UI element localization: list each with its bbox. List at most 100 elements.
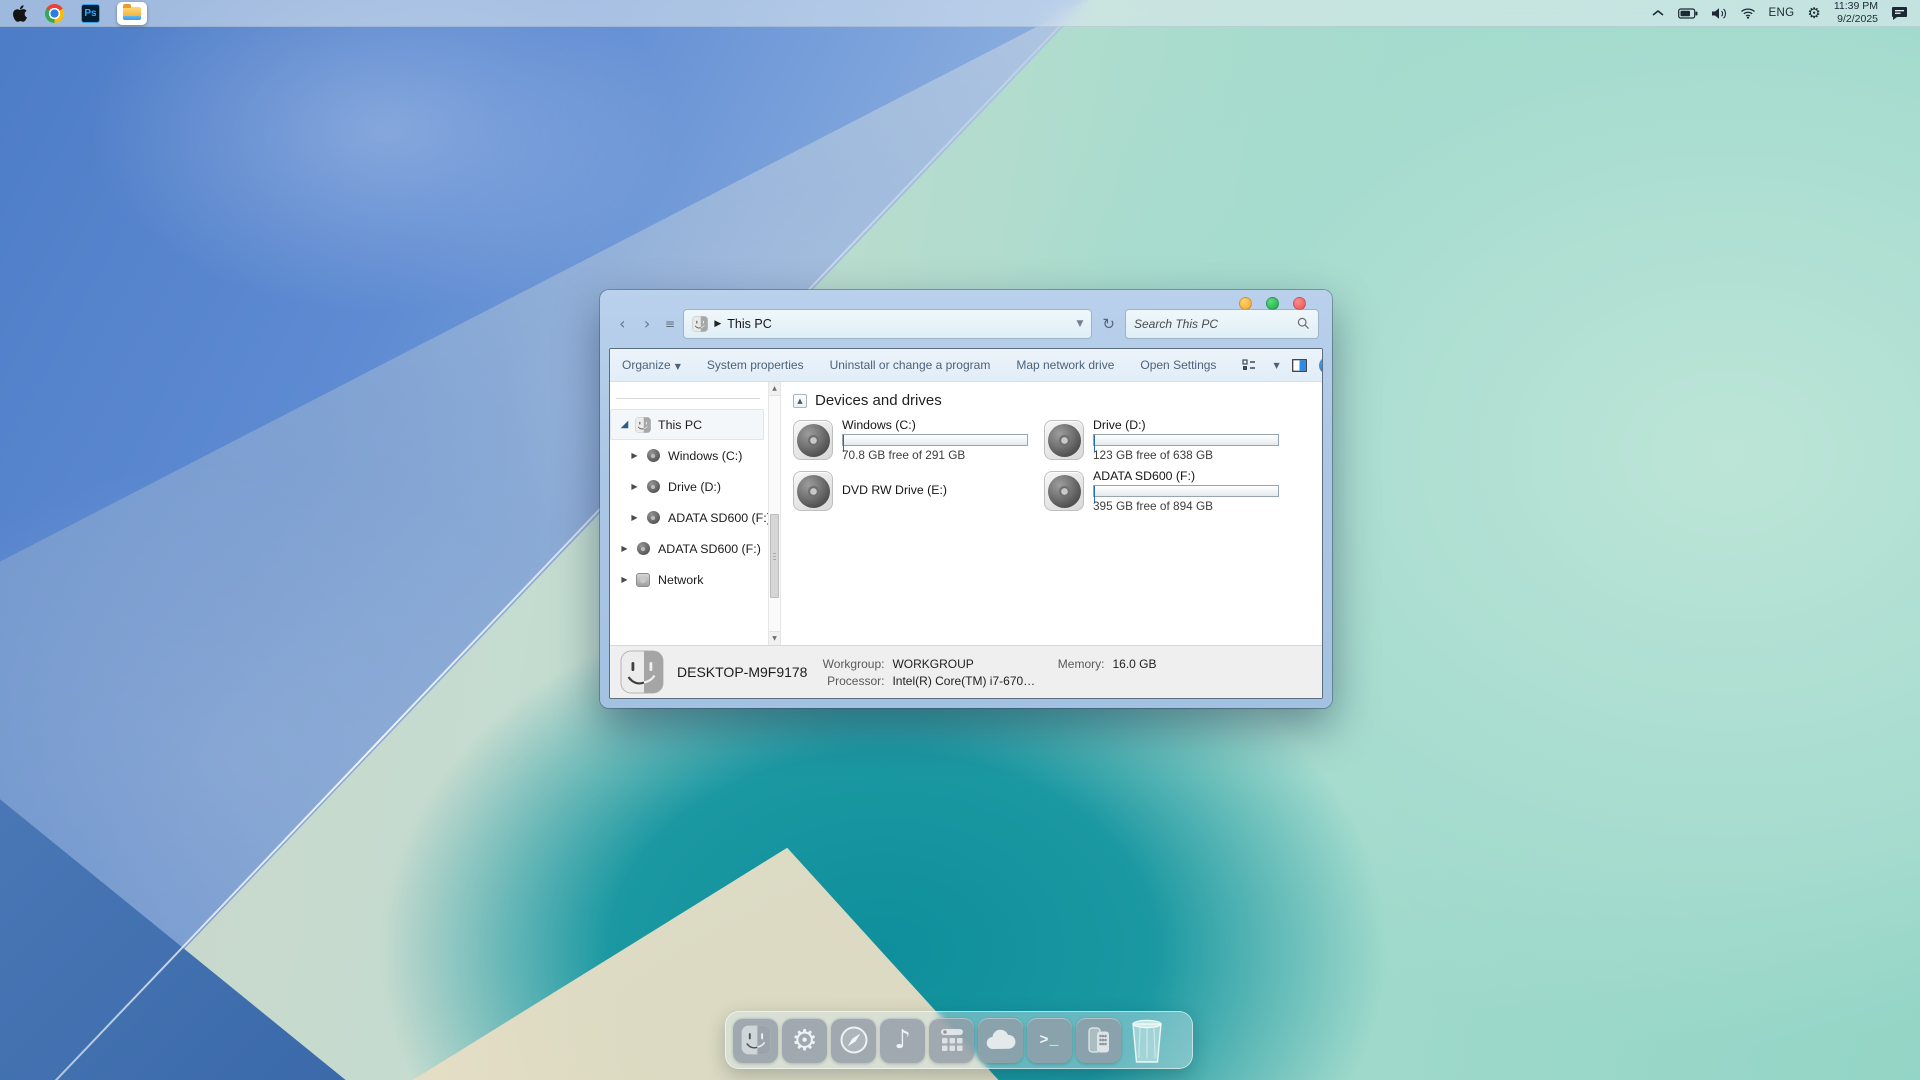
system-properties-button[interactable]: System properties	[707, 358, 804, 372]
network-icon	[635, 572, 651, 588]
window-titlebar[interactable]	[600, 290, 1332, 308]
drives-grid: Windows (C:) 70.8 GB free of 291 GB Driv…	[793, 417, 1322, 514]
help-button[interactable]: ?	[1319, 357, 1323, 374]
file-list-area: ▲ Devices and drives Windows (C:) 70.8 G…	[781, 382, 1322, 645]
sidebar-item-windows-c[interactable]: ▶ Windows (C:)	[610, 440, 764, 471]
toolbar-right-icons: ▼ ?	[1242, 357, 1323, 374]
collapse-group-button[interactable]: ▲	[793, 394, 807, 408]
refresh-icon[interactable]: ↻	[1098, 315, 1119, 333]
expanded-twisty-icon[interactable]: ◢	[618, 419, 631, 430]
change-view-icon[interactable]	[1242, 359, 1257, 371]
dock-finder-icon[interactable]	[733, 1018, 778, 1063]
photoshop-app-icon[interactable]: Ps	[81, 1, 100, 25]
processor-value: Intel(R) Core(TM) i7-670…	[892, 674, 1182, 688]
close-button[interactable]	[1293, 297, 1306, 310]
folder-icon	[123, 7, 141, 20]
address-bar[interactable]: ▶ This PC ▼	[683, 309, 1092, 339]
drive-item-windows-c[interactable]: Windows (C:) 70.8 GB free of 291 GB	[793, 417, 1044, 463]
uninstall-program-button[interactable]: Uninstall or change a program	[830, 358, 991, 372]
system-info: Workgroup: WORKGROUP Memory: 16.0 GB Pro…	[820, 657, 1182, 688]
collapsed-twisty-icon[interactable]: ▶	[628, 451, 641, 460]
collapsed-twisty-icon[interactable]: ▶	[618, 544, 631, 553]
dock-cloud-icon[interactable]	[978, 1018, 1023, 1063]
sidebar-scrollbar[interactable]: ▲ ▼	[768, 382, 781, 645]
sidebar-item-drive-d[interactable]: ▶ Drive (D:)	[610, 471, 764, 502]
navigation-pane: ◢ This PC ▶ Windows (C:) ▶ Drive (D:)	[610, 382, 768, 645]
group-header: ▲ Devices and drives	[793, 392, 1322, 409]
drive-item-adata-f[interactable]: ADATA SD600 (F:) 395 GB free of 894 GB	[1044, 468, 1295, 514]
chrome-icon	[45, 4, 64, 23]
drive-icon	[645, 479, 661, 495]
organize-button[interactable]: Organize▼	[622, 358, 681, 372]
volume-icon[interactable]	[1711, 7, 1727, 20]
this-pc-icon	[692, 316, 708, 332]
command-bar: Organize▼ System properties Uninstall or…	[610, 349, 1322, 382]
dock-settings-icon[interactable]: ⚙	[782, 1018, 827, 1063]
preview-pane-icon[interactable]	[1292, 359, 1307, 372]
sidebar-item-adata-f-root[interactable]: ▶ ADATA SD600 (F:)	[610, 533, 764, 564]
apple-menu-icon[interactable]	[12, 1, 28, 25]
settings-gear-icon[interactable]: ⚙	[1807, 6, 1820, 21]
apple-logo-icon	[12, 4, 28, 23]
maximize-button[interactable]	[1266, 297, 1279, 310]
search-box[interactable]	[1125, 309, 1319, 339]
sidebar-item-this-pc[interactable]: ◢ This PC	[610, 409, 764, 440]
battery-icon[interactable]	[1678, 8, 1698, 19]
search-input[interactable]	[1134, 317, 1291, 331]
drive-item-dvd-e[interactable]: DVD RW Drive (E:)	[793, 468, 1044, 514]
breadcrumb-arrow-icon: ▶	[714, 319, 721, 329]
map-network-drive-button[interactable]: Map network drive	[1016, 358, 1114, 372]
workgroup-value: WORKGROUP	[892, 657, 1042, 671]
memory-label: Memory:	[1050, 657, 1104, 671]
drive-disc-icon	[793, 420, 833, 460]
wifi-icon[interactable]	[1740, 7, 1756, 19]
address-row: ‹ › ≡ ▶ This PC ▼ ↻	[600, 308, 1332, 348]
details-pane: DESKTOP-M9F9178 Workgroup: WORKGROUP Mem…	[610, 645, 1322, 698]
dock-phone-icon[interactable]	[1076, 1018, 1121, 1063]
processor-label: Processor:	[820, 674, 884, 688]
drive-item-d[interactable]: Drive (D:) 123 GB free of 638 GB	[1044, 417, 1295, 463]
capacity-bar	[842, 434, 1028, 446]
collapsed-twisty-icon[interactable]: ▶	[628, 482, 641, 491]
file-explorer-window: ‹ › ≡ ▶ This PC ▼ ↻ Organize▼ System pro…	[600, 290, 1332, 708]
recent-locations-icon[interactable]: ≡	[662, 317, 677, 331]
minimize-button[interactable]	[1239, 297, 1252, 310]
dock-terminal-icon[interactable]: >_	[1027, 1018, 1072, 1063]
search-icon	[1297, 317, 1310, 330]
clock[interactable]: 11:39 PM 9/2/2025	[1834, 0, 1878, 25]
drive-icon	[645, 510, 661, 526]
language-indicator[interactable]: ENG	[1769, 7, 1795, 19]
drive-icon	[645, 448, 661, 464]
collapsed-twisty-icon[interactable]: ▶	[618, 575, 631, 584]
drive-disc-icon	[793, 471, 833, 511]
scroll-down-button[interactable]: ▼	[769, 631, 780, 645]
address-dropdown-icon[interactable]: ▼	[1076, 319, 1083, 329]
sidebar-item-adata-f[interactable]: ▶ ADATA SD600 (F:)	[610, 502, 764, 533]
forward-button[interactable]: ›	[638, 316, 657, 332]
capacity-bar	[1093, 434, 1279, 446]
tray-expand-chevron-icon[interactable]	[1651, 9, 1665, 17]
chrome-app-icon[interactable]	[45, 1, 64, 25]
open-settings-button[interactable]: Open Settings	[1140, 358, 1216, 372]
file-explorer-app-icon[interactable]	[117, 1, 147, 25]
capacity-bar	[1093, 485, 1279, 497]
action-center-icon[interactable]	[1891, 6, 1908, 20]
dock-launchpad-icon[interactable]	[929, 1018, 974, 1063]
clock-date: 9/2/2025	[1834, 13, 1878, 26]
memory-value: 16.0 GB	[1112, 657, 1182, 671]
breadcrumb-location[interactable]: This PC	[727, 317, 771, 331]
view-dropdown-icon[interactable]: ▼	[1273, 361, 1279, 370]
menu-bar: Ps ENG ⚙ 11:39 PM 9/2/2025	[0, 0, 1920, 27]
scrollbar-thumb[interactable]	[770, 514, 779, 598]
sidebar-divider	[616, 398, 760, 399]
dock-trash-icon[interactable]	[1128, 1016, 1166, 1064]
group-title: Devices and drives	[815, 392, 942, 409]
collapsed-twisty-icon[interactable]: ▶	[628, 513, 641, 522]
scroll-up-button[interactable]: ▲	[769, 382, 780, 396]
dock: ⚙ ♪ >_	[725, 1011, 1193, 1069]
dock-safari-icon[interactable]	[831, 1018, 876, 1063]
back-button[interactable]: ‹	[613, 316, 632, 332]
dock-music-icon[interactable]: ♪	[880, 1018, 925, 1063]
drive-disc-icon	[1044, 420, 1084, 460]
sidebar-item-network[interactable]: ▶ Network	[610, 564, 764, 595]
